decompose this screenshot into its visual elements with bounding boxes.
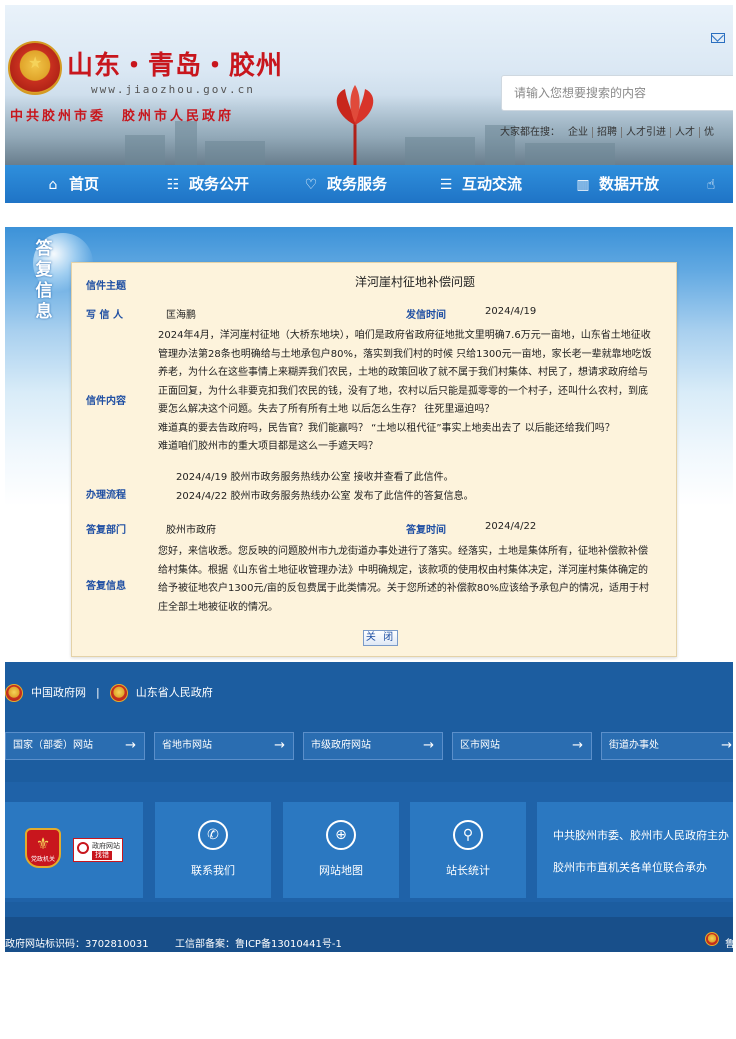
phone-icon: ✆ — [198, 820, 228, 850]
select-province-sites[interactable]: 省地市网站 → — [154, 732, 294, 760]
arrow-right-icon: → — [125, 738, 136, 753]
nav-item-label: 政务服务 — [327, 175, 388, 193]
chat-icon: ☰ — [439, 177, 453, 193]
close-button[interactable]: 关 闭 — [363, 630, 398, 646]
main-nav: ⌂ 首页 ☷ 政务公开 ♡ 政务服务 ☰ 互动交流 ▥ 数据开放 ☝ — [5, 165, 733, 203]
nav-item-label: 政务公开 — [189, 175, 250, 193]
org-line: 中共胶州市委 胶州市人民政府 — [10, 109, 235, 124]
icp-record[interactable]: 工信部备案：鲁ICP备13010441号-1 — [175, 935, 342, 950]
writer-name: 匡海鹏 — [166, 310, 196, 321]
site-title: 山东・青岛・胶州 — [67, 51, 284, 81]
dept-label: 答复部门 — [86, 525, 126, 536]
arrow-right-icon: → — [572, 738, 583, 753]
reply-label: 答复信息 — [86, 581, 126, 592]
arrow-right-icon: → — [274, 738, 285, 753]
nav-item-label: 首页 — [69, 175, 100, 193]
hot-search-label: 大家都在搜： — [500, 127, 560, 138]
mail-icon[interactable] — [711, 33, 725, 43]
stats-board-icon: ⚲ — [453, 820, 483, 850]
letter-subject: 洋河崖村征地补偿问题 — [354, 275, 475, 289]
process-steps: 2024/4/19 胶州市政务服务热线办公室 接收并查看了此信件。 2024/4… — [176, 472, 474, 502]
nav-item-gov-affairs[interactable]: ☷ 政务公开 — [165, 165, 249, 203]
hand-icon: ☝ — [706, 177, 716, 193]
gov-link-province[interactable]: 山东省人民政府 — [136, 686, 213, 699]
co-sponsor-line: 胶州市市直机关各单位联合承办 — [553, 861, 707, 874]
select-ministry-sites[interactable]: 国家（部委）网站 → — [5, 732, 145, 760]
gov-site-error-badge-icon[interactable]: 政府网站 找错 — [73, 838, 123, 862]
letter-section: 答复信息 信件主题 洋河崖村征地补偿问题 写 信 人 匡海鹏 发信时间 2024… — [5, 227, 733, 663]
gov-link-central[interactable]: 中国政府网 — [31, 686, 86, 699]
reply-time: 2024/4/22 — [485, 521, 537, 532]
national-emblem-icon: ★ — [8, 41, 62, 95]
sponsor-line: 中共胶州市委、胶州市人民政府主办 — [553, 829, 729, 842]
contact-us-card[interactable]: ✆ 联系我们 — [155, 802, 271, 898]
site-header: ★ 山东・青岛・胶州 www.jiaozhou.gov.cn 中共胶州市委 胶州… — [5, 5, 733, 165]
hot-search: 大家都在搜： 企业 招聘 人才引进 人才优 — [500, 123, 718, 138]
sponsor-card: 中共胶州市委、胶州市人民政府主办 胶州市市直机关各单位联合承办 — [537, 802, 733, 898]
search-input[interactable]: 请输入您想要搜索的内容 — [501, 75, 733, 111]
red-sculpture-icon — [336, 85, 374, 165]
police-emblem-icon — [705, 932, 719, 946]
send-time-label: 发信时间 — [406, 310, 446, 321]
nav-item-more[interactable]: ☝ — [703, 165, 727, 203]
arrow-right-icon: → — [423, 738, 434, 753]
site-url: www.jiaozhou.gov.cn — [91, 83, 255, 96]
gov-links: 中国政府网 | 山东省人民政府 — [5, 684, 213, 702]
hot-search-tag[interactable]: 招聘 — [592, 127, 621, 138]
select-city-sites[interactable]: 市级政府网站 → — [303, 732, 443, 760]
hot-search-tag[interactable]: 企业 — [564, 127, 592, 138]
footer-bottom-bar: 政府网站标识码：3702810031 工信部备案：鲁ICP备13010441号-… — [5, 917, 733, 952]
reply-content: 您好，来信收悉。您反映的问题胶州市九龙街道办事处进行了落实。经落实，土地是集体所… — [158, 546, 650, 613]
site-map-card[interactable]: ⊕ 网站地图 — [283, 802, 399, 898]
select-street-offices[interactable]: 街道办事处 → — [601, 732, 733, 760]
badge-card: ⚜ 党政机关 政府网站 找错 — [5, 802, 143, 898]
letter-content: 2024年4月，洋河崖村征地（大桥东地块），咱们是政府省政府征地批文里明确7.6… — [158, 330, 652, 452]
site-code: 政府网站标识码：3702810031 — [5, 939, 149, 950]
bar-chart-icon: ▥ — [576, 177, 590, 193]
home-icon: ⌂ — [48, 177, 58, 193]
emblem-icon — [5, 684, 23, 702]
party-gov-badge-icon[interactable]: ⚜ 党政机关 — [25, 828, 61, 868]
card-label: 网站地图 — [319, 864, 363, 877]
card-label: 站长统计 — [446, 864, 490, 877]
emblem-icon — [109, 684, 128, 702]
process-label: 办理流程 — [86, 490, 126, 501]
hot-search-tag[interactable]: 人才引进 — [621, 127, 670, 138]
hot-search-tag[interactable]: 人才 — [670, 127, 699, 138]
writer-label: 写 信 人 — [86, 310, 123, 321]
stats-card[interactable]: ⚲ 站长统计 — [410, 802, 526, 898]
reply-section-label: 答复信息 — [35, 239, 53, 322]
globe-icon: ⊕ — [326, 820, 356, 850]
nav-item-open-data[interactable]: ▥ 数据开放 — [575, 165, 659, 203]
divider: | — [96, 686, 100, 699]
heart-icon: ♡ — [304, 177, 318, 193]
arrow-right-icon: → — [721, 738, 732, 753]
nav-item-gov-services[interactable]: ♡ 政务服务 — [303, 165, 387, 203]
nav-item-home[interactable]: ⌂ 首页 — [45, 165, 99, 203]
nav-item-label: 互动交流 — [462, 175, 523, 193]
nav-item-label: 数据开放 — [599, 175, 660, 193]
content-label: 信件内容 — [86, 396, 126, 407]
letter-panel: 信件主题 洋河崖村征地补偿问题 写 信 人 匡海鹏 发信时间 2024/4/19… — [71, 262, 677, 657]
subject-label: 信件主题 — [86, 281, 126, 292]
send-time: 2024/4/19 — [485, 306, 537, 317]
doc-icon: ☷ — [166, 177, 180, 193]
nav-item-interaction[interactable]: ☰ 互动交流 — [438, 165, 522, 203]
card-label: 联系我们 — [191, 864, 235, 877]
site-footer: 中国政府网 | 山东省人民政府 国家（部委）网站 → 省地市网站 → 市级政府网站 → 区… — [5, 662, 733, 952]
reply-time-label: 答复时间 — [406, 525, 446, 536]
hot-search-tag[interactable]: 优 — [699, 127, 718, 138]
public-security-record[interactable]: 鲁 — [725, 935, 733, 950]
reply-dept: 胶州市政府 — [166, 525, 216, 536]
select-district-sites[interactable]: 区市网站 → — [452, 732, 592, 760]
